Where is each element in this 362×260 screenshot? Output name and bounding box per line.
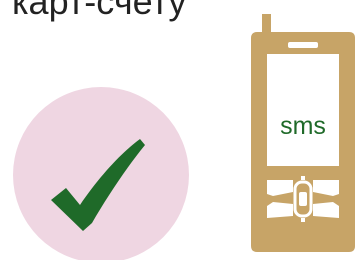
phone-screen — [267, 54, 339, 166]
phone-earpiece — [288, 42, 318, 48]
confirmation-badge — [13, 87, 189, 260]
phone-dpad-bottom-tick — [301, 218, 305, 222]
caption-text: карт-счету — [12, 0, 187, 22]
sms-label: sms — [280, 112, 326, 140]
phone-right-key — [313, 202, 339, 218]
badge-circle — [13, 87, 189, 260]
phone-dpad-top-tick — [301, 176, 305, 180]
mobile-phone-icon: sms — [251, 14, 355, 252]
phone-dpad-center — [299, 192, 307, 206]
phone-left-key — [267, 202, 293, 218]
checkmark-icon — [13, 87, 189, 260]
